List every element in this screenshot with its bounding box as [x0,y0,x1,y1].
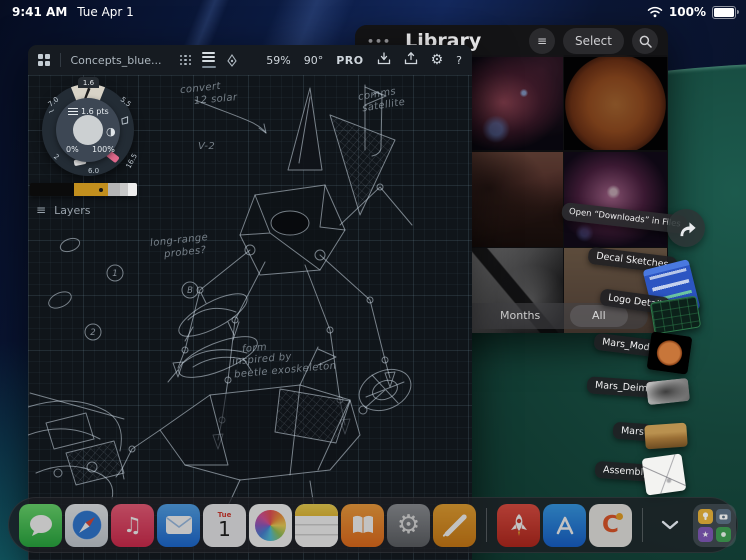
concepts-toolbar: Concepts_blue... 59% 90° PRO ⚙ ? [28,45,472,75]
dock-app-notes[interactable] [295,503,338,547]
calendar-day: 1 [218,517,231,541]
segment-all[interactable]: All [592,309,606,322]
mini-camera-icon [716,508,731,524]
dock-app-messages[interactable] [19,503,62,547]
swatch-gray-light[interactable] [120,183,128,196]
open-book-icon [352,515,373,533]
notes-header-icon [295,503,338,516]
swatch-gray[interactable] [108,183,120,196]
dock-divider [486,508,487,542]
dock: ♫ Tue 1 ⚙ C ★ [8,497,738,553]
dock-app-concepts[interactable] [433,503,476,547]
dock-app-photos[interactable] [249,503,292,547]
export-icon[interactable] [404,51,418,68]
opacity-min-label: 0% [66,145,79,154]
notes-lines-icon [295,515,338,547]
battery-percent: 100% [668,5,706,19]
pen-nib-icon[interactable] [226,53,238,67]
battery-icon [712,5,739,19]
dock-app-library[interactable]: ★ [693,503,736,547]
dock-app-mail[interactable] [157,503,200,547]
select-button[interactable]: Select [562,28,624,54]
swatch-gold-selected[interactable] [74,183,108,196]
chevron-down-icon [661,520,679,530]
help-icon[interactable]: ? [456,54,462,67]
rotation-angle[interactable]: 90° [304,54,324,67]
date: Tue Apr 1 [77,5,134,19]
gear-icon: ⚙ [396,510,421,540]
music-note-icon: ♫ [123,513,142,537]
clock: 9:41 AM [12,5,68,19]
dock-app-appstore[interactable] [543,503,586,547]
toolbar-divider [59,53,61,67]
dock-app-music[interactable]: ♫ [111,503,154,547]
dock-app-safari[interactable] [65,503,108,547]
active-size-tab: 1.6 [78,77,99,88]
dock-app-books[interactable] [341,503,384,547]
chat-bubble-icon [29,515,52,536]
dock-app-calendar[interactable]: Tue 1 [203,503,246,547]
circled-marker-b: B [187,286,193,296]
segment-months[interactable]: Months [500,309,540,322]
swatch-white[interactable] [128,183,137,196]
layers-lines-icon: ≡ [36,203,47,217]
nib-tool-icon[interactable] [120,111,130,130]
layers-toggle[interactable]: ≡ Layers [36,203,90,217]
selected-swatch-dot [99,187,103,192]
mini-star-icon: ★ [698,526,713,542]
dock-divider [642,508,643,542]
view-options-icon[interactable]: ≡ [528,28,555,54]
grid-settings-icon[interactable] [179,54,192,66]
zoom-level[interactable]: 59% [266,54,290,67]
annotation-v2: V-2 [198,141,216,152]
c-dot-icon [616,512,623,520]
circled-marker-1: 1 [112,269,117,279]
appstore-a-icon [556,516,573,535]
tool-wheel-color-knob[interactable] [73,115,103,145]
circled-marker-2: 2 [90,328,95,338]
mini-lightbulb-icon [698,508,713,524]
compass-icon [71,510,102,540]
opacity-max-label: 100% [92,145,115,154]
swatch-black[interactable] [30,183,74,196]
settings-gear-icon[interactable]: ⚙ [431,52,444,68]
ipad-screen: ••• Library ≡ Select Months All Concepts… [0,0,746,560]
color-swatch-bar [30,183,137,196]
photos-pinwheel-icon [255,509,286,541]
wifi-icon [647,6,663,18]
envelope-icon [165,516,192,534]
mini-green-app-icon [716,526,731,542]
dock-collapse-chevron[interactable] [653,504,687,547]
dock-app-orange-c[interactable]: C [589,503,632,547]
contrast-icon[interactable]: ◑ [106,125,116,138]
search-icon[interactable] [632,28,658,54]
document-title[interactable]: Concepts_blue... [71,54,162,67]
import-icon[interactable] [377,52,391,68]
projects-grid-icon[interactable] [38,54,50,66]
pro-badge[interactable]: PRO [336,54,363,67]
layers-panel-icon[interactable] [201,52,216,68]
layers-label: Layers [54,203,91,217]
rocket-icon [510,514,527,536]
dock-app-rocket[interactable] [497,503,540,547]
concepts-sketch-window: Concepts_blue... 59% 90° PRO ⚙ ? 1 2 B c… [28,45,472,560]
status-bar: 9:41 AM Tue Apr 1 100% [0,0,746,24]
tool-size-badge: 6.0 [88,167,100,175]
dock-app-settings[interactable]: ⚙ [387,503,430,547]
